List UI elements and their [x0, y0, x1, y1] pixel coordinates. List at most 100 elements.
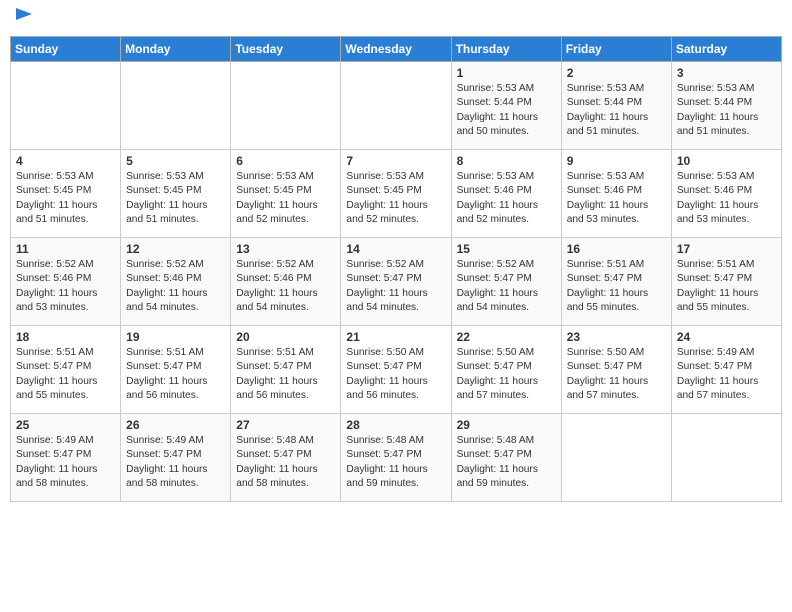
day-info: Sunrise: 5:48 AM Sunset: 5:47 PM Dayligh…	[457, 434, 556, 491]
calendar-cell: 2 Sunrise: 5:53 AM Sunset: 5:44 PM Daylig…	[561, 62, 671, 150]
day-number: 23	[567, 330, 666, 344]
day-info: Sunrise: 5:53 AM Sunset: 5:44 PM Dayligh…	[677, 82, 776, 139]
logo-flag-icon	[12, 6, 34, 28]
day-number: 26	[126, 418, 225, 432]
calendar-cell: 1 Sunrise: 5:53 AM Sunset: 5:44 PM Daylig…	[451, 62, 561, 150]
day-info: Sunrise: 5:52 AM Sunset: 5:46 PM Dayligh…	[126, 258, 225, 315]
day-number: 10	[677, 154, 776, 168]
calendar-week-row: 11 Sunrise: 5:52 AM Sunset: 5:46 PM Dayli…	[11, 238, 782, 326]
calendar-cell: 3Sunrise: 5:53 AM Sunset: 5:44 PM Daylig…	[671, 62, 781, 150]
calendar-cell: 29 Sunrise: 5:48 AM Sunset: 5:47 PM Dayli…	[451, 414, 561, 502]
day-number: 21	[346, 330, 445, 344]
weekday-header-thursday: Thursday	[451, 37, 561, 62]
day-info: Sunrise: 5:48 AM Sunset: 5:47 PM Dayligh…	[346, 434, 445, 491]
calendar-cell: 18Sunrise: 5:51 AM Sunset: 5:47 PM Dayli…	[11, 326, 121, 414]
weekday-header-friday: Friday	[561, 37, 671, 62]
calendar-week-row: 18 Sunrise: 5:51 AM Sunset: 5:47 PM Dayli…	[11, 326, 782, 414]
calendar-cell: 28 Sunrise: 5:48 AM Sunset: 5:47 PM Dayli…	[341, 414, 451, 502]
day-number: 25	[16, 418, 115, 432]
day-number: 8	[457, 154, 556, 168]
day-info: Sunrise: 5:53 AM Sunset: 5:45 PM Dayligh…	[126, 170, 225, 227]
day-info: Sunrise: 5:49 AM Sunset: 5:47 PM Dayligh…	[126, 434, 225, 491]
calendar-cell: 26 Sunrise: 5:49 AM Sunset: 5:47 PM Dayli…	[121, 414, 231, 502]
weekday-header-row: SundayMondayTuesdayWednesdayThursdayFrid…	[11, 37, 782, 62]
day-number: 15	[457, 242, 556, 256]
calendar-cell	[561, 414, 671, 502]
day-number: 27	[236, 418, 335, 432]
day-info: Sunrise: 5:48 AM Sunset: 5:47 PM Dayligh…	[236, 434, 335, 491]
calendar-cell	[341, 62, 451, 150]
day-number: 24	[677, 330, 776, 344]
calendar-cell: 25 Sunrise: 5:49 AM Sunset: 5:47 PM Dayli…	[11, 414, 121, 502]
calendar-cell: 9Sunrise: 5:53 AM Sunset: 5:46 PM Daylig…	[561, 150, 671, 238]
calendar-cell: 11 Sunrise: 5:52 AM Sunset: 5:46 PM Dayli…	[11, 238, 121, 326]
calendar-cell: 24 Sunrise: 5:49 AM Sunset: 5:47 PM Dayli…	[671, 326, 781, 414]
day-info: Sunrise: 5:52 AM Sunset: 5:47 PM Dayligh…	[346, 258, 445, 315]
weekday-header-monday: Monday	[121, 37, 231, 62]
calendar-cell: 17Sunrise: 5:51 AM Sunset: 5:47 PM Dayli…	[671, 238, 781, 326]
calendar-cell	[121, 62, 231, 150]
day-info: Sunrise: 5:49 AM Sunset: 5:47 PM Dayligh…	[16, 434, 115, 491]
calendar-cell: 22Sunrise: 5:50 AM Sunset: 5:47 PM Dayli…	[451, 326, 561, 414]
calendar-cell: 8 Sunrise: 5:53 AM Sunset: 5:46 PM Daylig…	[451, 150, 561, 238]
calendar-cell: 16 Sunrise: 5:51 AM Sunset: 5:47 PM Dayli…	[561, 238, 671, 326]
calendar-cell: 4 Sunrise: 5:53 AM Sunset: 5:45 PM Daylig…	[11, 150, 121, 238]
calendar-week-row: 4 Sunrise: 5:53 AM Sunset: 5:45 PM Daylig…	[11, 150, 782, 238]
day-number: 19	[126, 330, 225, 344]
logo	[10, 16, 34, 28]
day-number: 13	[236, 242, 335, 256]
calendar-cell: 5 Sunrise: 5:53 AM Sunset: 5:45 PM Daylig…	[121, 150, 231, 238]
day-info: Sunrise: 5:53 AM Sunset: 5:46 PM Dayligh…	[677, 170, 776, 227]
calendar-cell: 14 Sunrise: 5:52 AM Sunset: 5:47 PM Dayli…	[341, 238, 451, 326]
calendar-cell: 23Sunrise: 5:50 AM Sunset: 5:47 PM Dayli…	[561, 326, 671, 414]
weekday-header-saturday: Saturday	[671, 37, 781, 62]
page-header	[10, 10, 782, 28]
day-info: Sunrise: 5:53 AM Sunset: 5:44 PM Dayligh…	[457, 82, 556, 139]
day-number: 28	[346, 418, 445, 432]
day-number: 4	[16, 154, 115, 168]
day-info: Sunrise: 5:51 AM Sunset: 5:47 PM Dayligh…	[567, 258, 666, 315]
day-info: Sunrise: 5:52 AM Sunset: 5:47 PM Dayligh…	[457, 258, 556, 315]
day-info: Sunrise: 5:53 AM Sunset: 5:45 PM Dayligh…	[16, 170, 115, 227]
calendar-cell: 10 Sunrise: 5:53 AM Sunset: 5:46 PM Dayli…	[671, 150, 781, 238]
day-number: 14	[346, 242, 445, 256]
day-number: 18	[16, 330, 115, 344]
day-info: Sunrise: 5:51 AM Sunset: 5:47 PM Dayligh…	[236, 346, 335, 403]
day-number: 6	[236, 154, 335, 168]
day-number: 1	[457, 66, 556, 80]
calendar-cell: 12Sunrise: 5:52 AM Sunset: 5:46 PM Dayli…	[121, 238, 231, 326]
calendar-cell: 20 Sunrise: 5:51 AM Sunset: 5:47 PM Dayli…	[231, 326, 341, 414]
day-info: Sunrise: 5:52 AM Sunset: 5:46 PM Dayligh…	[16, 258, 115, 315]
day-number: 5	[126, 154, 225, 168]
day-info: Sunrise: 5:49 AM Sunset: 5:47 PM Dayligh…	[677, 346, 776, 403]
calendar-table: SundayMondayTuesdayWednesdayThursdayFrid…	[10, 36, 782, 502]
day-info: Sunrise: 5:53 AM Sunset: 5:44 PM Dayligh…	[567, 82, 666, 139]
calendar-cell	[11, 62, 121, 150]
day-number: 7	[346, 154, 445, 168]
calendar-cell: 7 Sunrise: 5:53 AM Sunset: 5:45 PM Daylig…	[341, 150, 451, 238]
day-info: Sunrise: 5:53 AM Sunset: 5:46 PM Dayligh…	[457, 170, 556, 227]
weekday-header-tuesday: Tuesday	[231, 37, 341, 62]
day-number: 11	[16, 242, 115, 256]
calendar-cell: 6 Sunrise: 5:53 AM Sunset: 5:45 PM Daylig…	[231, 150, 341, 238]
weekday-header-sunday: Sunday	[11, 37, 121, 62]
calendar-cell: 21 Sunrise: 5:50 AM Sunset: 5:47 PM Dayli…	[341, 326, 451, 414]
day-info: Sunrise: 5:53 AM Sunset: 5:45 PM Dayligh…	[346, 170, 445, 227]
day-number: 29	[457, 418, 556, 432]
calendar-week-row: 25 Sunrise: 5:49 AM Sunset: 5:47 PM Dayli…	[11, 414, 782, 502]
day-info: Sunrise: 5:51 AM Sunset: 5:47 PM Dayligh…	[677, 258, 776, 315]
weekday-header-wednesday: Wednesday	[341, 37, 451, 62]
day-number: 22	[457, 330, 556, 344]
day-number: 2	[567, 66, 666, 80]
calendar-cell: 15 Sunrise: 5:52 AM Sunset: 5:47 PM Dayli…	[451, 238, 561, 326]
day-info: Sunrise: 5:50 AM Sunset: 5:47 PM Dayligh…	[346, 346, 445, 403]
calendar-cell: 27 Sunrise: 5:48 AM Sunset: 5:47 PM Dayli…	[231, 414, 341, 502]
calendar-week-row: 1 Sunrise: 5:53 AM Sunset: 5:44 PM Daylig…	[11, 62, 782, 150]
calendar-cell: 13 Sunrise: 5:52 AM Sunset: 5:46 PM Dayli…	[231, 238, 341, 326]
day-number: 20	[236, 330, 335, 344]
day-info: Sunrise: 5:52 AM Sunset: 5:46 PM Dayligh…	[236, 258, 335, 315]
day-number: 16	[567, 242, 666, 256]
calendar-cell: 19Sunrise: 5:51 AM Sunset: 5:47 PM Dayli…	[121, 326, 231, 414]
day-info: Sunrise: 5:53 AM Sunset: 5:46 PM Dayligh…	[567, 170, 666, 227]
day-info: Sunrise: 5:53 AM Sunset: 5:45 PM Dayligh…	[236, 170, 335, 227]
